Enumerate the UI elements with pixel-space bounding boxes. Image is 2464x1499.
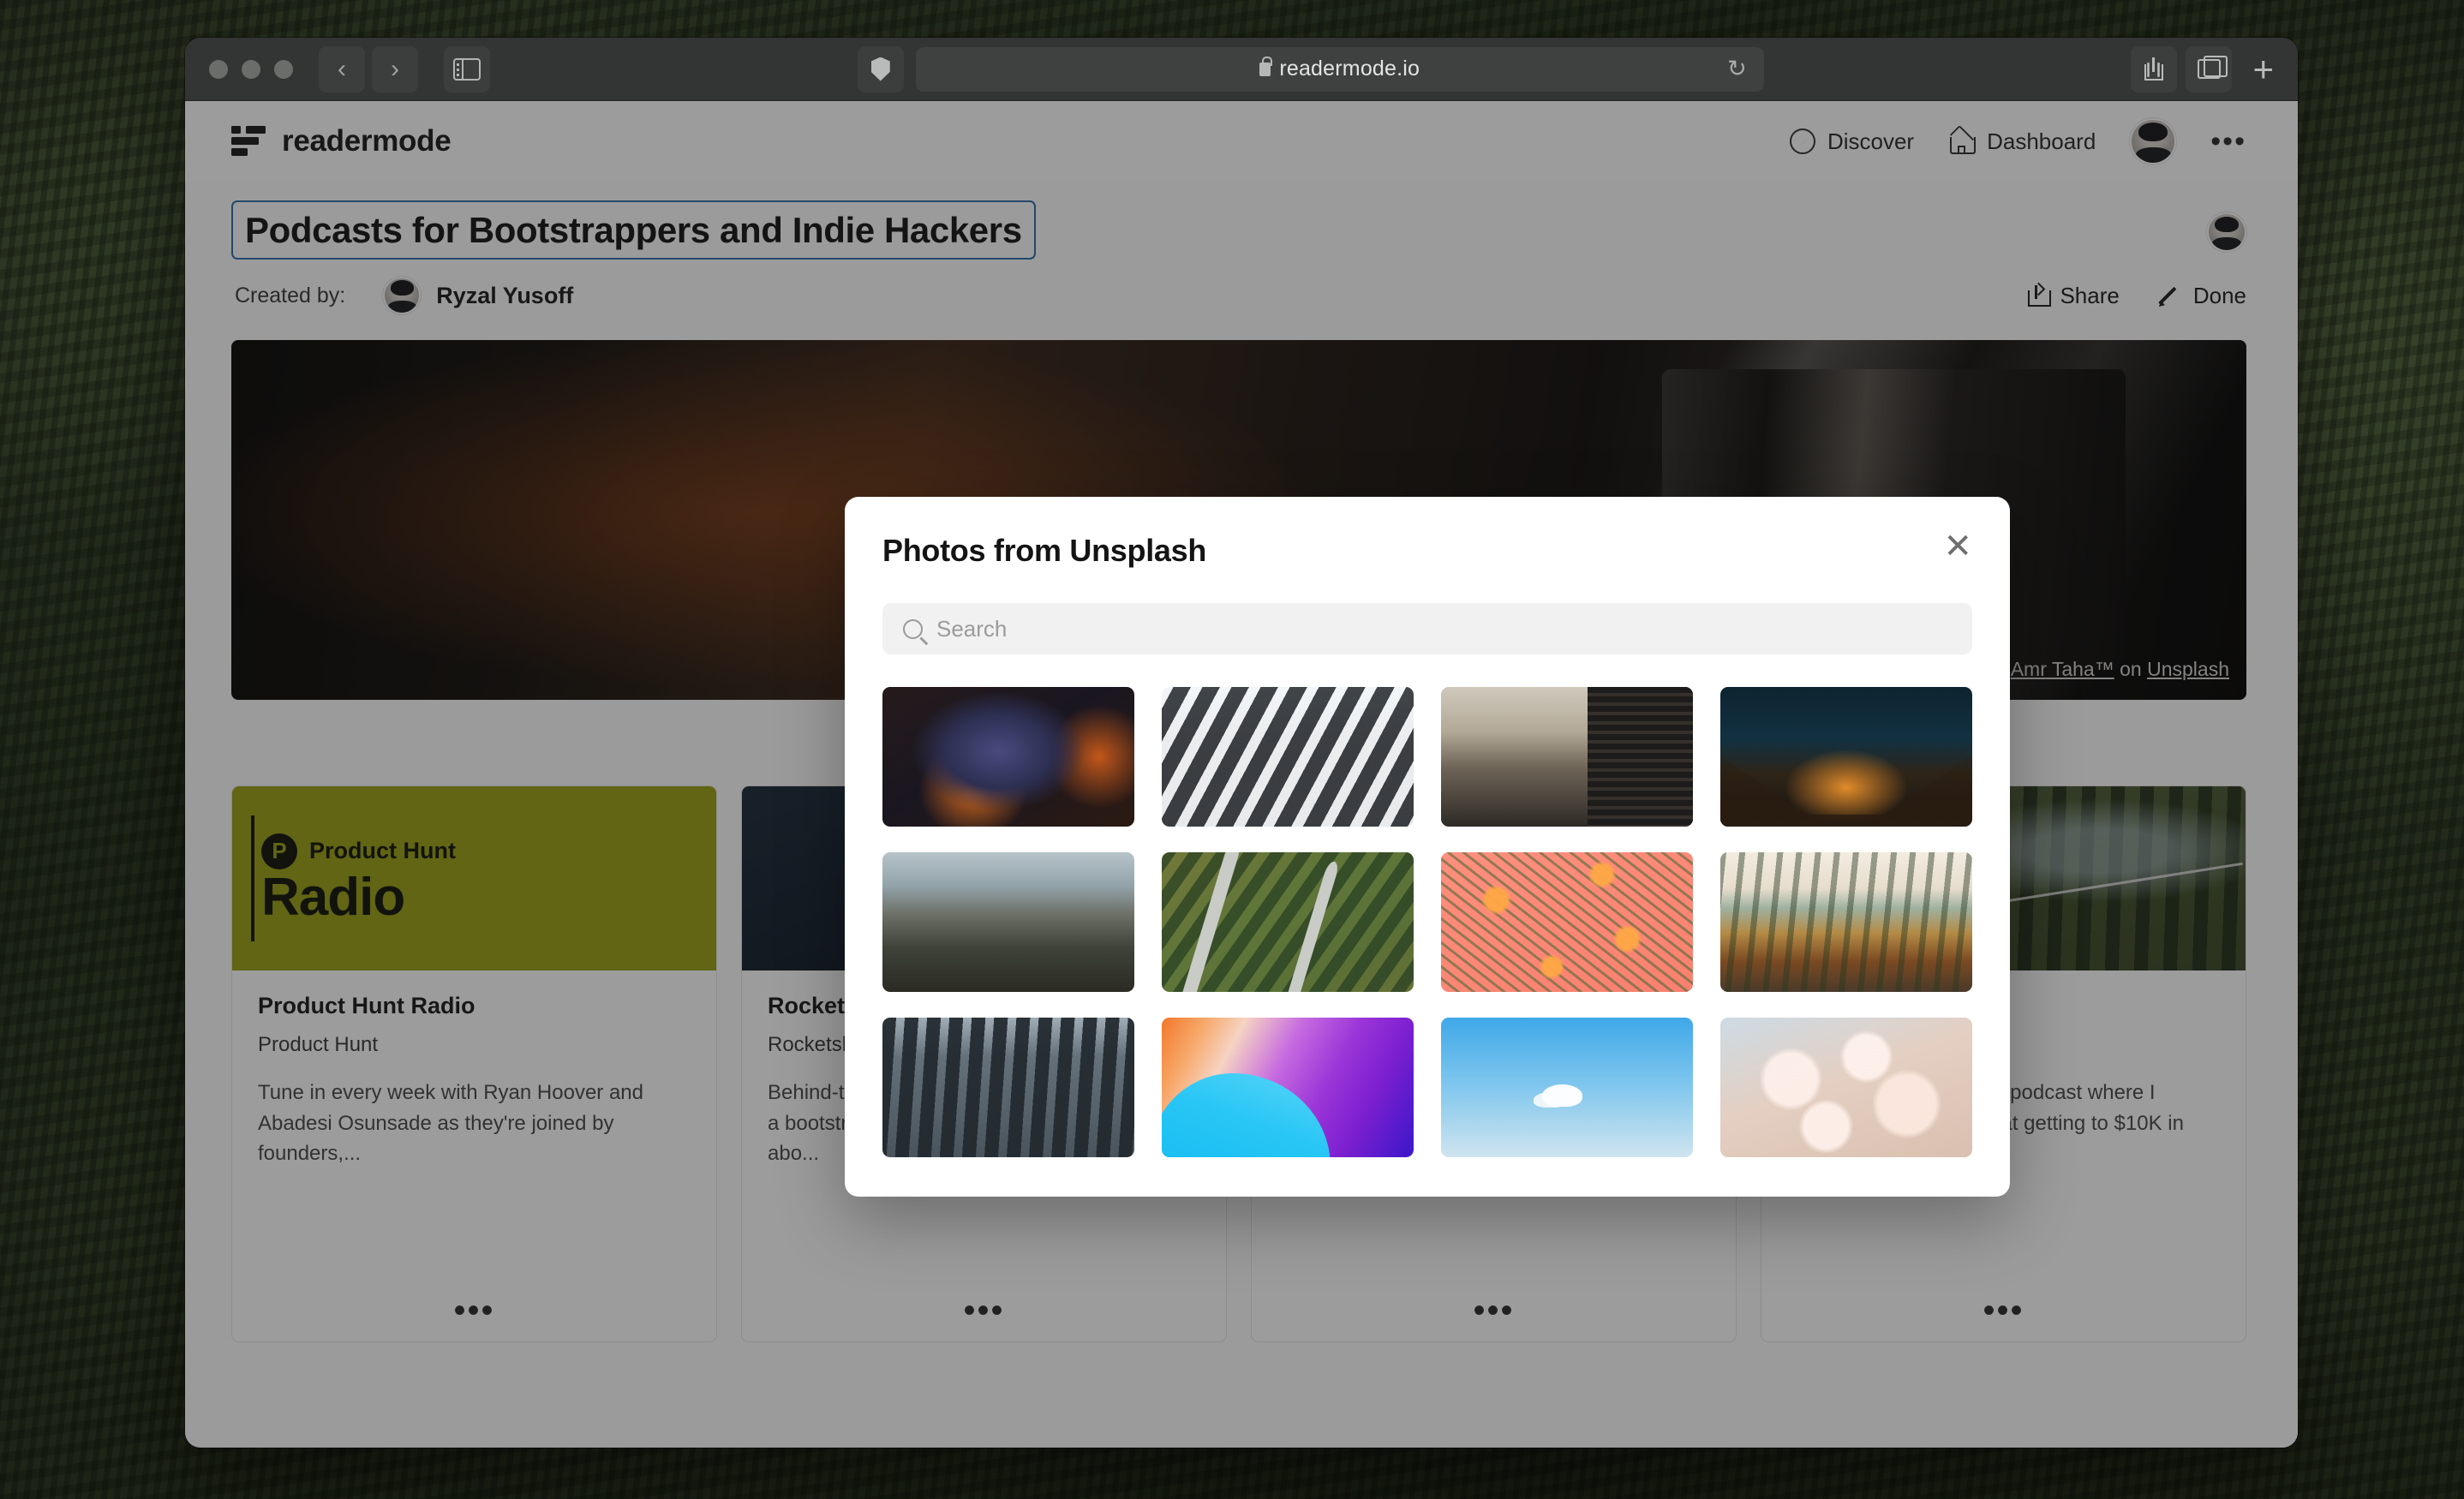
sidebar-icon	[453, 57, 481, 81]
chevron-left-icon: ‹	[338, 54, 346, 83]
browser-toolbar: ‹ › readermode.io ↻ +	[185, 38, 2298, 101]
photo-thumbnail[interactable]	[1441, 687, 1693, 827]
desktop-wallpaper: ‹ › readermode.io ↻ + readermode Discove…	[0, 0, 2464, 1499]
minimize-window-button[interactable]	[242, 59, 260, 79]
lock-icon	[1259, 56, 1272, 76]
photo-thumbnail[interactable]	[1441, 1018, 1693, 1157]
modal-header: Photos from Unsplash ✕	[882, 529, 1972, 569]
photo-thumbnail[interactable]	[882, 687, 1134, 827]
photo-thumbnail[interactable]	[1162, 1018, 1414, 1157]
shield-icon	[870, 57, 890, 81]
share-icon	[2144, 57, 2164, 81]
photo-thumbnail[interactable]	[1162, 852, 1414, 992]
close-icon[interactable]: ✕	[1943, 529, 1972, 564]
chevron-right-icon: ›	[391, 54, 399, 83]
privacy-report-button[interactable]	[857, 45, 904, 93]
back-button[interactable]: ‹	[319, 45, 365, 93]
photo-search-field[interactable]	[882, 603, 1972, 654]
search-input[interactable]	[936, 615, 1952, 642]
toggle-sidebar-button[interactable]	[444, 45, 490, 93]
search-icon	[903, 618, 923, 639]
address-bar[interactable]: readermode.io ↻	[915, 46, 1764, 92]
url-text: readermode.io	[1279, 57, 1420, 81]
modal-title: Photos from Unsplash	[882, 533, 1207, 568]
forward-button[interactable]: ›	[372, 45, 418, 93]
plus-icon[interactable]: +	[2252, 51, 2274, 87]
photo-thumbnail[interactable]	[1441, 852, 1693, 992]
photo-thumbnail[interactable]	[1720, 852, 1972, 992]
browser-window: ‹ › readermode.io ↻ + readermode Discove…	[185, 38, 2298, 1448]
tab-overview-button[interactable]	[2186, 45, 2233, 93]
maximize-window-button[interactable]	[274, 59, 293, 79]
page-content: readermode Discover Dashboard ••• Podcas…	[185, 101, 2298, 1448]
reload-icon[interactable]: ↻	[1727, 56, 1747, 82]
share-page-button[interactable]	[2131, 45, 2178, 93]
photo-grid	[882, 687, 1972, 1157]
tab-overview-icon	[2197, 56, 2228, 79]
unsplash-photo-picker-modal: Photos from Unsplash ✕	[845, 497, 2010, 1197]
close-window-button[interactable]	[209, 59, 228, 79]
photo-thumbnail[interactable]	[1720, 687, 1972, 827]
photo-thumbnail[interactable]	[882, 1018, 1134, 1157]
photo-thumbnail[interactable]	[1720, 1018, 1972, 1157]
photo-thumbnail[interactable]	[882, 852, 1134, 992]
window-controls[interactable]	[209, 59, 293, 79]
photo-thumbnail[interactable]	[1162, 687, 1414, 827]
